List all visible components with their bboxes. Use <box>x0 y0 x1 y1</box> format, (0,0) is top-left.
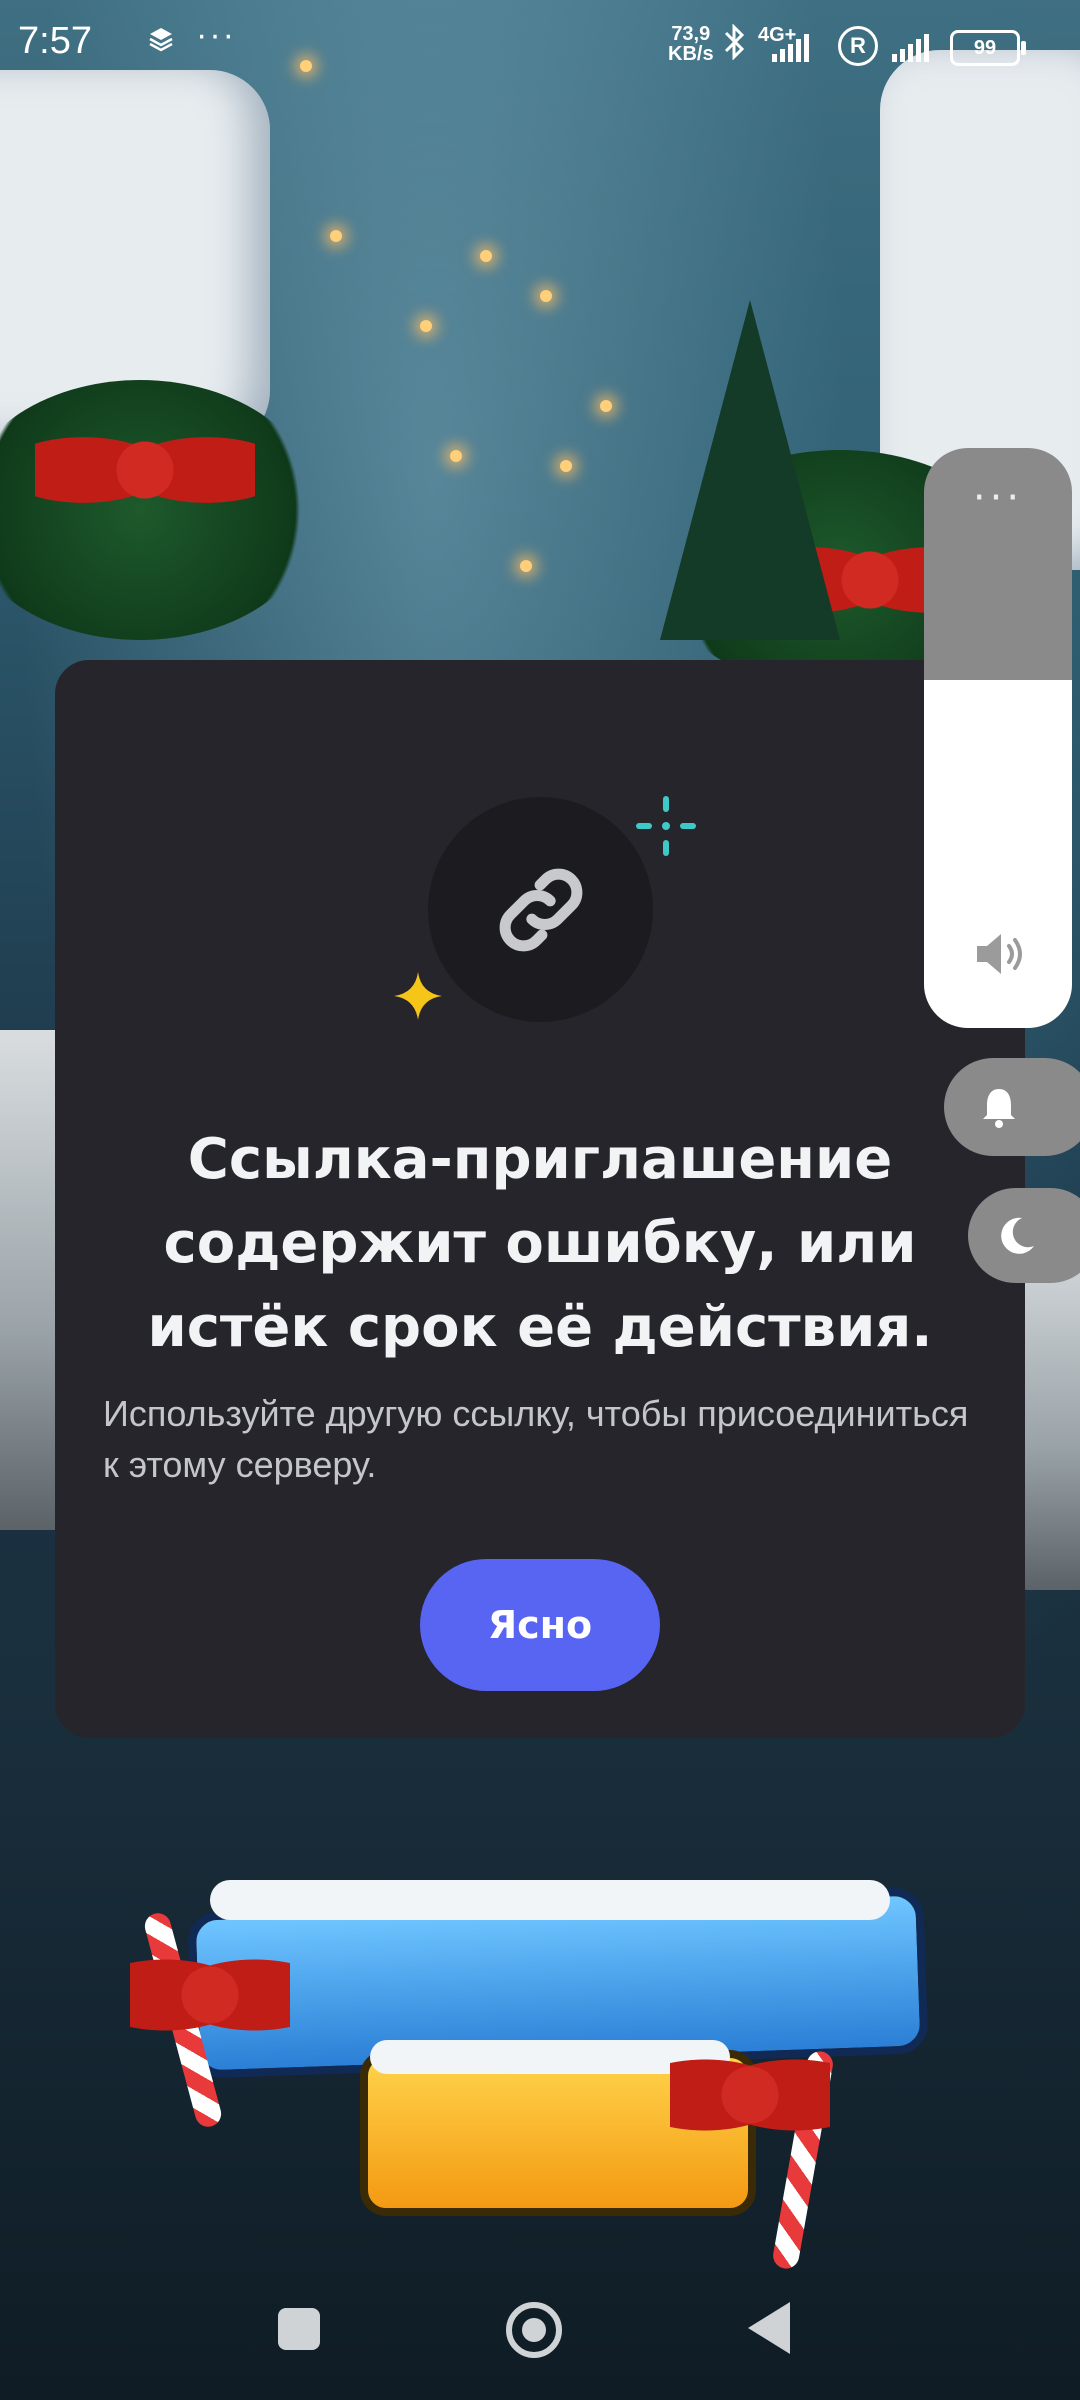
back-button[interactable] <box>748 2302 790 2354</box>
volume-more-icon[interactable]: ··· <box>924 478 1072 518</box>
network-speed: 73,9 KB/s <box>668 23 714 65</box>
status-bar: 7:57 ··· 73,9 KB/s 4G+ R 99 <box>0 0 1080 90</box>
dialog-subtitle: Используйте другую ссылку, чтобы присоед… <box>103 1393 969 1485</box>
home-button[interactable] <box>506 2302 562 2358</box>
ok-button[interactable]: Ясно <box>420 1559 660 1691</box>
more-notifications-icon: ··· <box>196 16 236 54</box>
invite-error-dialog: Ссылка-приглашение содержит ошибку, или … <box>55 660 1025 1738</box>
moon-icon <box>1001 1217 1034 1254</box>
ring-mode-button[interactable] <box>944 1058 1080 1156</box>
signal-icon-2 <box>892 34 929 62</box>
sparkle-icon <box>636 796 696 856</box>
bluetooth-icon <box>722 23 746 69</box>
link-icon-container <box>428 797 653 1022</box>
star-sparkle-icon <box>394 972 442 1020</box>
layers-icon <box>148 26 174 60</box>
dnd-button[interactable] <box>968 1188 1080 1283</box>
bell-icon <box>983 1089 1015 1128</box>
volume-slider[interactable]: ··· <box>924 448 1072 1028</box>
dialog-title: Ссылка-приглашение содержит ошибку, или … <box>147 1127 933 1360</box>
roaming-icon: R <box>838 26 878 66</box>
battery-icon: 99 <box>950 30 1026 66</box>
signal-icon <box>772 34 809 62</box>
status-time: 7:57 <box>18 20 92 62</box>
server-logo-art <box>130 1880 950 2271</box>
speaker-icon <box>977 934 1022 974</box>
recents-button[interactable] <box>278 2308 320 2350</box>
link-icon <box>499 868 582 951</box>
